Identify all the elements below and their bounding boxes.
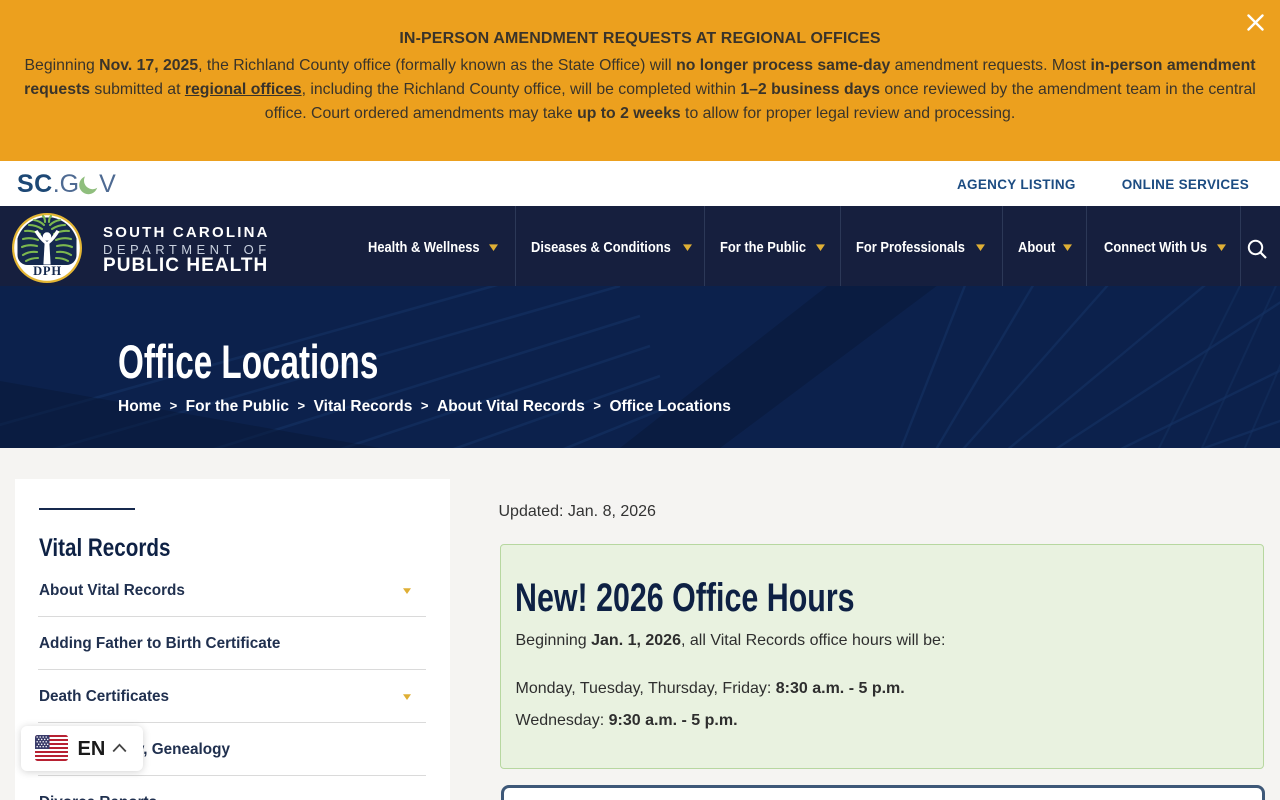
svg-text:DPH: DPH [33, 264, 62, 278]
